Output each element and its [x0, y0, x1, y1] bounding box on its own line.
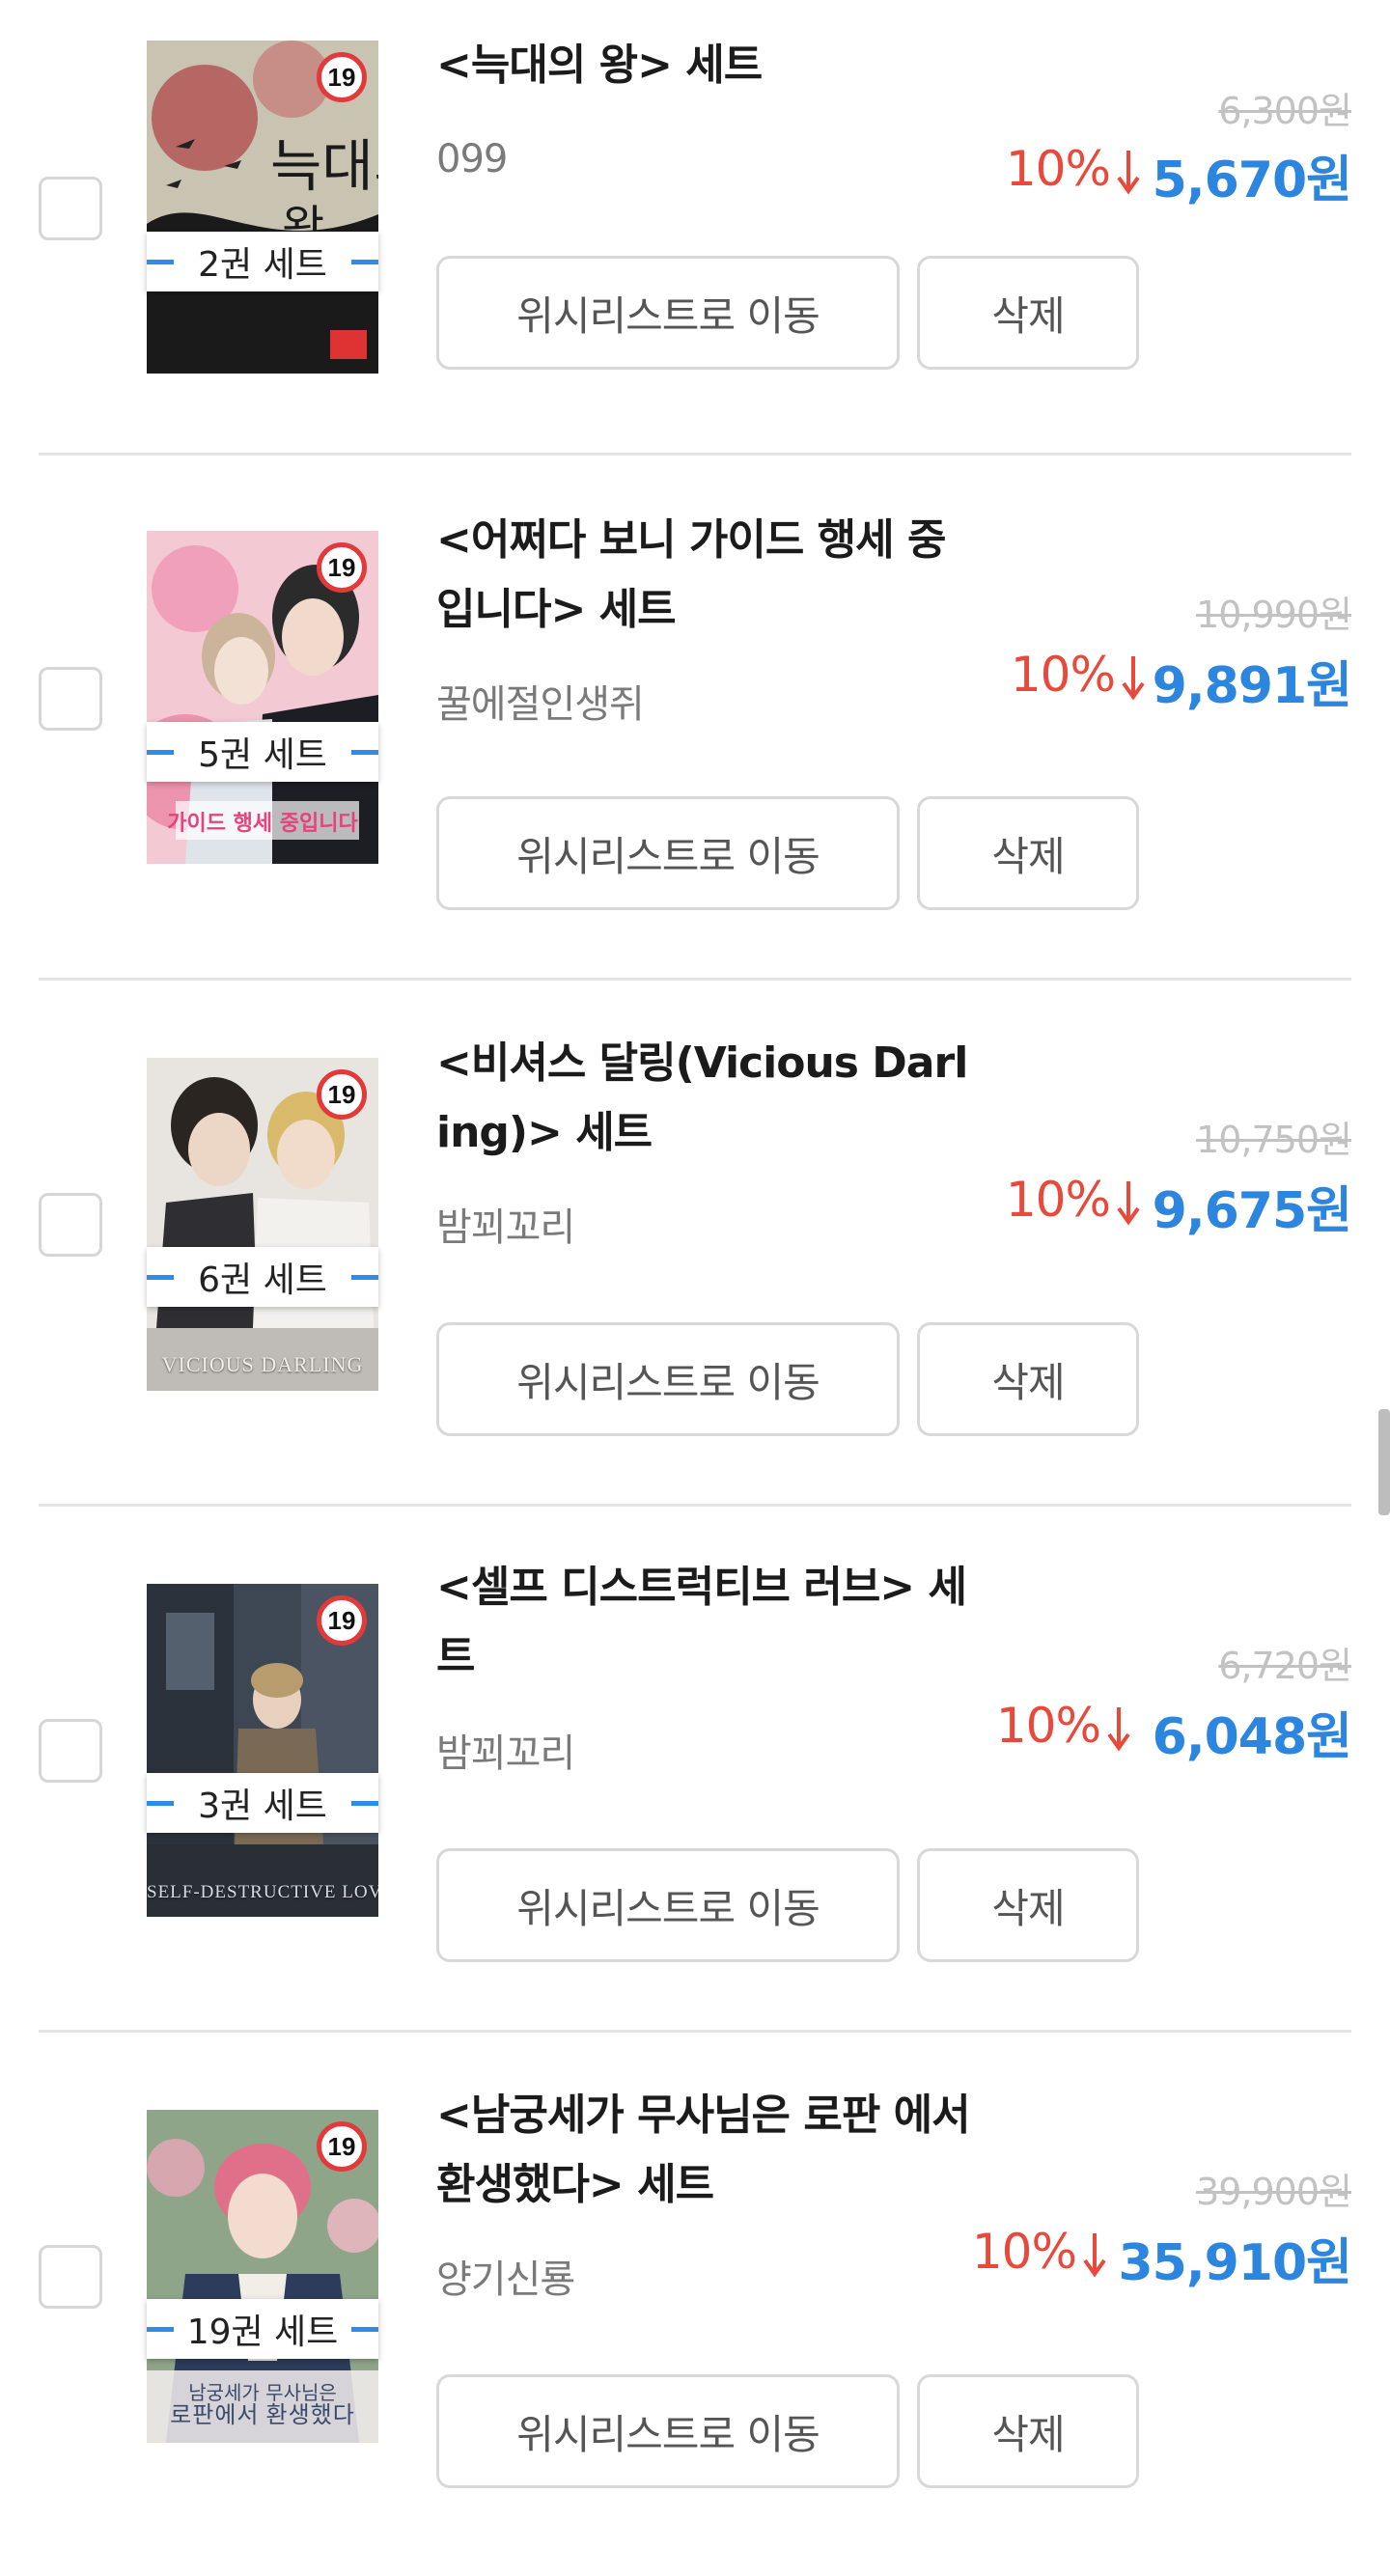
volume-dash-left	[147, 750, 174, 755]
volume-dash-right	[351, 260, 378, 264]
item-title[interactable]: <셀프 디스트럭티브 러브> 세트	[436, 1553, 996, 1692]
move-to-wishlist-button[interactable]: 위시리스트로 이동	[436, 1848, 900, 1962]
volume-dash-left	[147, 2327, 174, 2332]
sale-price: 9,675원	[1152, 1182, 1352, 1240]
item-divider	[39, 1504, 1351, 1507]
cart-item: 19 VICIOUS DARLING 6권 세트 <비셔스 달링(Vicious…	[0, 998, 1390, 1524]
original-price: 10,750원	[1196, 1119, 1352, 1161]
svg-text:가이드 행세 중입니다: 가이드 행세 중입니다	[167, 812, 358, 836]
age-rating-label: 19	[327, 552, 356, 582]
cart-item: 19 SELF-DESTRUCTIVE LOVE 3권 세트 <셀프 디스트럭티…	[0, 1524, 1390, 2050]
down-arrow-icon	[1117, 1181, 1140, 1226]
item-author[interactable]: 양기신룡	[436, 2248, 575, 2304]
volume-count-label: 2권 세트	[198, 245, 327, 285]
book-cover[interactable]: 늑대의 왕 19	[147, 41, 378, 374]
sale-price: 6,048원	[1152, 1708, 1352, 1766]
discount-rate: 10%	[995, 1698, 1101, 1754]
original-price: 39,900원	[1196, 2171, 1352, 2213]
age-rating-badge: 19	[317, 1069, 367, 1120]
volume-count-label: 3권 세트	[198, 1787, 327, 1826]
original-price: 6,300원	[1218, 90, 1352, 132]
volume-count-badge: 5권 세트	[147, 722, 378, 782]
volume-dash-right	[351, 1801, 378, 1806]
age-rating-label: 19	[327, 62, 356, 92]
original-price: 6,720원	[1218, 1645, 1352, 1687]
volume-count-label: 5권 세트	[198, 735, 327, 775]
discount-rate: 10%	[971, 2224, 1077, 2280]
volume-dash-right	[351, 750, 378, 755]
book-cover[interactable]: 가이드 행세 중입니다 19	[147, 531, 378, 864]
item-checkbox[interactable]	[39, 177, 102, 240]
item-checkbox[interactable]	[39, 667, 102, 731]
svg-text:늑대의: 늑대의	[270, 133, 378, 199]
age-rating-label: 19	[327, 2131, 356, 2161]
cover-title-text: 로판에서 환생했다	[170, 2403, 355, 2428]
item-author[interactable]: 099	[436, 137, 508, 181]
discount-rate: 10%	[1005, 141, 1111, 197]
age-rating-badge: 19	[317, 1595, 367, 1646]
book-cover[interactable]: 19 SELF-DESTRUCTIVE LOVE	[147, 1584, 378, 1917]
item-title[interactable]: <남궁세가 무사님은 로판 에서 환생했다> 세트	[436, 2081, 996, 2220]
volume-dash-left	[147, 1801, 174, 1806]
delete-button[interactable]: 삭제	[917, 256, 1139, 370]
cover-title-text: SELF-DESTRUCTIVE LOVE	[147, 1882, 378, 1902]
age-rating-badge: 19	[317, 542, 367, 593]
original-price: 10,990원	[1196, 594, 1352, 636]
item-checkbox[interactable]	[39, 1719, 102, 1783]
age-rating-badge: 19	[317, 2121, 367, 2172]
down-arrow-icon	[1107, 1707, 1130, 1752]
book-cover[interactable]: 19 VICIOUS DARLING	[147, 1058, 378, 1391]
item-checbox[interactable]	[39, 1193, 102, 1257]
down-arrow-icon	[1122, 656, 1145, 701]
item-title[interactable]: <늑대의 왕> 세트	[436, 31, 996, 100]
volume-dash-left	[147, 1275, 174, 1280]
age-rating-label: 19	[327, 1079, 356, 1109]
volume-count-badge: 19권 세트	[147, 2299, 378, 2359]
delete-button[interactable]: 삭제	[917, 1848, 1139, 1962]
item-author[interactable]: 밤꾀꼬리	[436, 1196, 575, 1252]
book-cover[interactable]: 남궁세가 무사님은 19 로판에서 환생했다	[147, 2110, 378, 2443]
discount-rate: 10%	[1005, 1172, 1111, 1228]
item-title[interactable]: <어쩌다 보니 가이드 행세 중 입니다> 세트	[436, 506, 996, 645]
volume-count-badge: 3권 세트	[147, 1773, 378, 1833]
cart-item: 늑대의 왕 19 2권 세트 <늑대의 왕> 세트 099 6,300원 10%…	[0, 0, 1390, 526]
item-divider	[39, 978, 1351, 981]
volume-count-label: 6권 세트	[198, 1260, 327, 1300]
item-author[interactable]: 꿀에절인생쥐	[436, 673, 645, 729]
item-author[interactable]: 밤꾀꼬리	[436, 1722, 575, 1778]
sale-price: 9,891원	[1152, 657, 1352, 715]
sale-price: 35,910원	[1118, 2234, 1352, 2292]
volume-count-label: 19권 세트	[186, 2313, 339, 2352]
cover-title-text: VICIOUS DARLING	[161, 1352, 364, 1376]
discount-rate: 10%	[1010, 647, 1116, 703]
item-title[interactable]: <비셔스 달링(Vicious Darl ing)> 세트	[436, 1029, 996, 1168]
scrollbar-thumb[interactable]	[1378, 1409, 1390, 1515]
volume-dash-right	[351, 2327, 378, 2332]
volume-dash-right	[351, 1275, 378, 1280]
volume-count-badge: 2권 세트	[147, 232, 378, 291]
delete-button[interactable]: 삭제	[917, 1322, 1139, 1436]
move-to-wishlist-button[interactable]: 위시리스트로 이동	[436, 1322, 900, 1436]
age-rating-label: 19	[327, 1605, 356, 1635]
volume-count-badge: 6권 세트	[147, 1247, 378, 1307]
cart-item: 남궁세가 무사님은 19 로판에서 환생했다 19권 세트 <남궁세가 무사님은…	[0, 2050, 1390, 2576]
move-to-wishlist-button[interactable]: 위시리스트로 이동	[436, 256, 900, 370]
move-to-wishlist-button[interactable]: 위시리스트로 이동	[436, 796, 900, 910]
age-rating-badge: 19	[317, 52, 367, 102]
sale-price: 5,670원	[1152, 152, 1352, 209]
item-checkbox[interactable]	[39, 2245, 102, 2309]
move-to-wishlist-button[interactable]: 위시리스트로 이동	[436, 2374, 900, 2488]
down-arrow-icon	[1117, 151, 1140, 195]
item-divider	[39, 2030, 1351, 2033]
down-arrow-icon	[1083, 2233, 1106, 2278]
delete-button[interactable]: 삭제	[917, 796, 1139, 910]
volume-dash-left	[147, 260, 174, 264]
delete-button[interactable]: 삭제	[917, 2374, 1139, 2488]
cart-item: 가이드 행세 중입니다 19 5권 세트 <어쩌다 보니 가이드 행세 중 입니…	[0, 473, 1390, 999]
item-divider	[39, 453, 1351, 456]
